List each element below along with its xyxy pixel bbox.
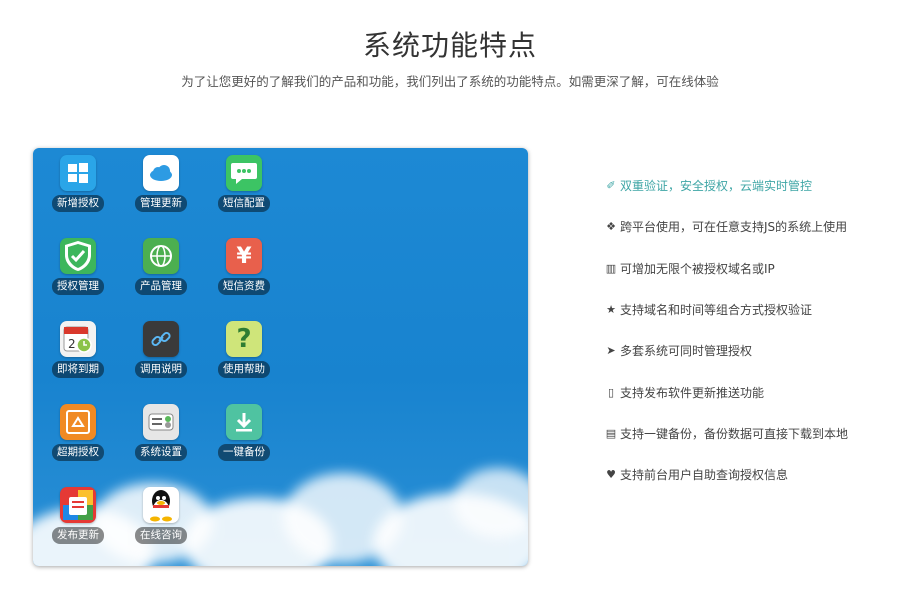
desktop-app-1[interactable]: 新增授权 [42, 148, 114, 212]
desktop-app-label: 授权管理 [52, 278, 104, 295]
globe-icon [143, 238, 179, 274]
feature-text: 双重验证，安全授权，云端实时管控 [620, 179, 813, 194]
heart-icon: ♥ [606, 468, 616, 482]
feature-text: 支持域名和时间等组合方式授权验证 [620, 303, 813, 318]
feature-text: 可增加无限个被授权域名或IP [620, 261, 775, 276]
feature-text: 跨平台使用，可在任意支持JS的系统上使用 [620, 220, 848, 235]
desktop-app-5[interactable]: 产品管理 [125, 231, 197, 295]
shield-check-icon [60, 238, 96, 274]
desktop-app-9[interactable]: ? 使用帮助 [208, 314, 280, 378]
desktop-app-label: 发布更新 [52, 527, 104, 544]
svg-text:2: 2 [68, 337, 76, 351]
cloud-icon [143, 155, 179, 191]
desktop-app-3[interactable]: 短信配置 [208, 148, 280, 212]
desktop-app-label: 管理更新 [135, 195, 187, 212]
feature-item: ✐ 双重验证，安全授权，云端实时管控 [604, 165, 894, 206]
yen-icon: ¥ [226, 238, 262, 274]
desktop-app-label: 调用说明 [135, 361, 187, 378]
desktop-app-6[interactable]: ¥ 短信资费 [208, 231, 280, 295]
desktop-app-7[interactable]: 2 即将到期 [42, 314, 114, 378]
feature-item: ❖ 跨平台使用，可在任意支持JS的系统上使用 [604, 206, 894, 247]
feature-item: ▯ 支持发布软件更新推送功能 [604, 371, 894, 412]
publish-icon [60, 487, 96, 523]
bar-chart-icon: ▥ [605, 261, 617, 275]
desktop-app-4[interactable]: 授权管理 [42, 231, 114, 295]
feature-text: 支持前台用户自助查询授权信息 [620, 468, 789, 483]
desktop-app-2[interactable]: 管理更新 [125, 148, 197, 212]
recycle-box-icon [60, 404, 96, 440]
star-icon: ★ [606, 303, 616, 317]
settings-toggle-icon [143, 404, 179, 440]
desktop-app-label: 短信资费 [218, 278, 270, 295]
calendar-clock-icon: 2 [60, 321, 96, 357]
desktop-app-label: 使用帮助 [218, 361, 270, 378]
feature-text: 支持发布软件更新推送功能 [620, 385, 765, 400]
desktop-app-12[interactable]: 一键备份 [208, 397, 280, 461]
mobile-icon: ▯ [607, 385, 615, 399]
feature-item: ♥ 支持前台用户自助查询授权信息 [604, 454, 894, 495]
desktop-app-label: 短信配置 [218, 195, 270, 212]
feature-list: ✐ 双重验证，安全授权，云端实时管控 ❖ 跨平台使用，可在任意支持JS的系统上使用 ▥ 可… [604, 165, 894, 495]
feature-item: ▤ 支持一键备份，备份数据可直接下载到本地 [604, 413, 894, 454]
desktop-app-14[interactable]: 在线咨询 [125, 480, 197, 544]
section-title: 系统功能特点 [362, 29, 537, 62]
download-icon [226, 404, 262, 440]
magic-wand-icon: ✐ [606, 179, 616, 193]
desktop-app-label: 系统设置 [135, 444, 187, 461]
feature-item: ▥ 可增加无限个被授权域名或IP [604, 248, 894, 289]
desktop-app-label: 产品管理 [135, 278, 187, 295]
feature-item: ★ 支持域名和时间等组合方式授权验证 [604, 289, 894, 330]
rocket-icon: ➤ [606, 344, 616, 358]
section-subtitle: 为了让您更好的了解我们的产品和功能，我们列出了系统的功能特点。如需更深了解，可在… [181, 74, 719, 89]
desktop-app-10[interactable]: 超期授权 [42, 397, 114, 461]
chat-bubble-icon [226, 155, 262, 191]
desktop-app-11[interactable]: 系统设置 [125, 397, 197, 461]
desktop-app-label: 即将到期 [52, 361, 104, 378]
desktop-app-label: 新增授权 [52, 195, 104, 212]
desktop-app-13[interactable]: 发布更新 [42, 480, 114, 544]
desktop-app-label: 在线咨询 [135, 527, 187, 544]
desktop-app-8[interactable]: 调用说明 [125, 314, 197, 378]
question-icon: ? [226, 321, 262, 357]
desktop-app-label: 一键备份 [218, 444, 270, 461]
cubes-icon: ❖ [606, 220, 616, 234]
feature-item: ➤ 多套系统可同时管理授权 [604, 330, 894, 371]
feature-text: 多套系统可同时管理授权 [620, 344, 753, 359]
qq-penguin-icon [143, 487, 179, 523]
windows-icon [60, 155, 96, 191]
desktop-app-label: 超期授权 [52, 444, 104, 461]
feature-text: 支持一键备份，备份数据可直接下载到本地 [620, 426, 849, 441]
link-icon [143, 321, 179, 357]
file-icon: ▤ [605, 426, 617, 440]
desktop-preview: 新增授权 管理更新 短信配置 授权管理 产品管理 ¥ 短信资费 2 即将到期 调用说明? 使用帮助超… [33, 148, 528, 566]
